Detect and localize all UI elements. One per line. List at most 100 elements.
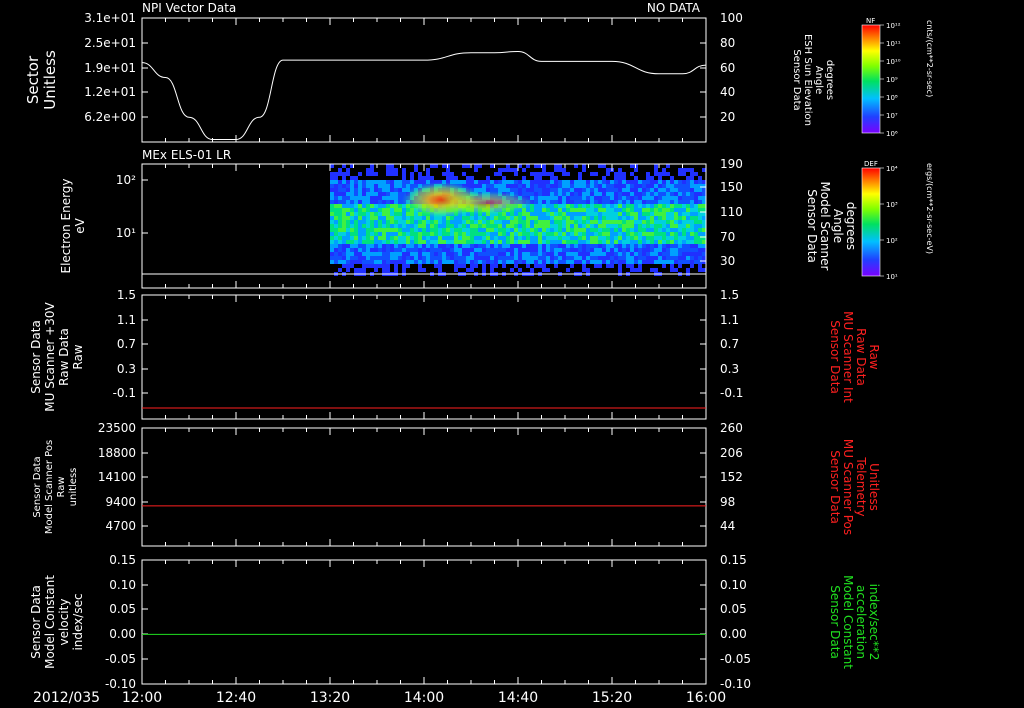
spectrogram-cell (354, 188, 358, 192)
spectrogram-cell (394, 220, 398, 224)
spectrogram-cell (510, 252, 514, 256)
spectrogram-cell (422, 220, 426, 224)
spectrogram-cell (578, 184, 582, 188)
spectrogram-cell (354, 224, 358, 228)
spectrogram-cell (542, 220, 546, 224)
spectrogram-cell (342, 220, 346, 224)
spectrogram-cell (670, 176, 674, 180)
spectrogram-cell (378, 240, 382, 244)
spectrogram-cell (582, 216, 586, 220)
spectrogram-cell (550, 244, 554, 248)
spectrogram-cell (590, 220, 594, 224)
spectrogram-cell (546, 208, 550, 212)
spectrogram-cell (690, 172, 694, 176)
spectrogram-cell (690, 252, 694, 256)
spectrogram-cell (346, 200, 350, 204)
panel3-right-ticks: 1.51.10.70.3-0.1 (700, 288, 743, 400)
spectrogram-cell (506, 188, 510, 192)
spectrogram-cell (518, 180, 522, 184)
spectrogram-cell (602, 196, 606, 200)
spectrogram-cell (534, 180, 538, 184)
spectrogram-cell (402, 232, 406, 236)
spectrogram-cell (598, 260, 602, 264)
spectrogram-cell (366, 200, 370, 204)
spectrogram-cell (522, 232, 526, 236)
spectrogram-cell (390, 248, 394, 252)
spectrogram-cell (374, 216, 378, 220)
spectrogram-cell (534, 164, 538, 168)
spectrogram-cell (622, 228, 626, 232)
spectrogram-cell (426, 232, 430, 236)
spectrogram-cell (354, 180, 358, 184)
spectrogram-cell (358, 208, 362, 212)
spectrogram-cell (414, 228, 418, 232)
spectrogram-cell (390, 256, 394, 260)
spectrogram-cell (478, 228, 482, 232)
spectrogram-cell (622, 212, 626, 216)
spectrogram-cell (598, 200, 602, 204)
spectrogram-cell (570, 244, 574, 248)
spectrogram-cell (526, 216, 530, 220)
spectrogram-cell (510, 244, 514, 248)
right-axis-label-line: Angle (813, 66, 824, 94)
spectrogram-cell (558, 216, 562, 220)
spectrogram-cell (690, 168, 694, 172)
spectrogram-cell (330, 236, 334, 240)
spectrogram-cell (406, 260, 410, 264)
spectrogram-cell (518, 256, 522, 260)
spectrogram-cell (398, 224, 402, 228)
spectrogram-cell (634, 216, 638, 220)
spectrogram-cell (358, 200, 362, 204)
spectrogram-cell (702, 268, 706, 272)
spectrogram-cell (462, 224, 466, 228)
spectrogram-cell (406, 232, 410, 236)
spectrogram-cell (390, 236, 394, 240)
spectrogram-cell (510, 256, 514, 260)
spectrogram-cell (598, 208, 602, 212)
spectrogram-cell (674, 228, 678, 232)
spectrogram-cell (502, 244, 506, 248)
spectrogram-cell (606, 244, 610, 248)
spectrogram-cell (542, 232, 546, 236)
spectrogram-cell (378, 228, 382, 232)
spectrogram-cell (350, 216, 354, 220)
spectrogram-cell (362, 208, 366, 212)
spectrogram-cell (658, 228, 662, 232)
spectrogram-cell (430, 236, 434, 240)
spectrogram-cell (342, 196, 346, 200)
spectrogram-cell (426, 228, 430, 232)
spectrogram-cell (406, 256, 410, 260)
spectrogram-cell (678, 188, 682, 192)
spectrogram-cell (638, 240, 642, 244)
left-axis-label-line: index/sec (71, 593, 85, 650)
spectrogram-cell (582, 164, 586, 168)
spectrogram-cell (350, 248, 354, 252)
spectrogram-cell (582, 224, 586, 228)
spectrogram-cell (650, 268, 654, 272)
spectrogram-cell (354, 240, 358, 244)
spectrogram-cell (382, 208, 386, 212)
spectrogram-cell (358, 236, 362, 240)
spectrogram-cell (658, 188, 662, 192)
spectrogram-cell (634, 236, 638, 240)
spectrogram-cell (682, 200, 686, 204)
spectrogram-cell (526, 248, 530, 252)
spectrogram-cell (430, 176, 434, 180)
spectrogram-cell (350, 236, 354, 240)
spectrogram-cell (438, 232, 442, 236)
spectrogram-cell (478, 164, 482, 168)
spectrogram-cell (578, 212, 582, 216)
spectrogram-cell (666, 240, 670, 244)
right-axis-label-line: Sensor Data (805, 189, 819, 263)
spectrogram-cell (538, 232, 542, 236)
spectrogram-cell (634, 200, 638, 204)
spectrogram-cell (354, 268, 358, 272)
spectrogram-cell (646, 196, 650, 200)
spectrogram-cell (346, 236, 350, 240)
spectrogram-cell (698, 228, 702, 232)
spectrogram-cell (418, 256, 422, 260)
spectrogram-cell (642, 216, 646, 220)
right-tick-label: 44 (720, 519, 735, 533)
spectrogram-cell (398, 248, 402, 252)
spectrogram-cell (438, 256, 442, 260)
